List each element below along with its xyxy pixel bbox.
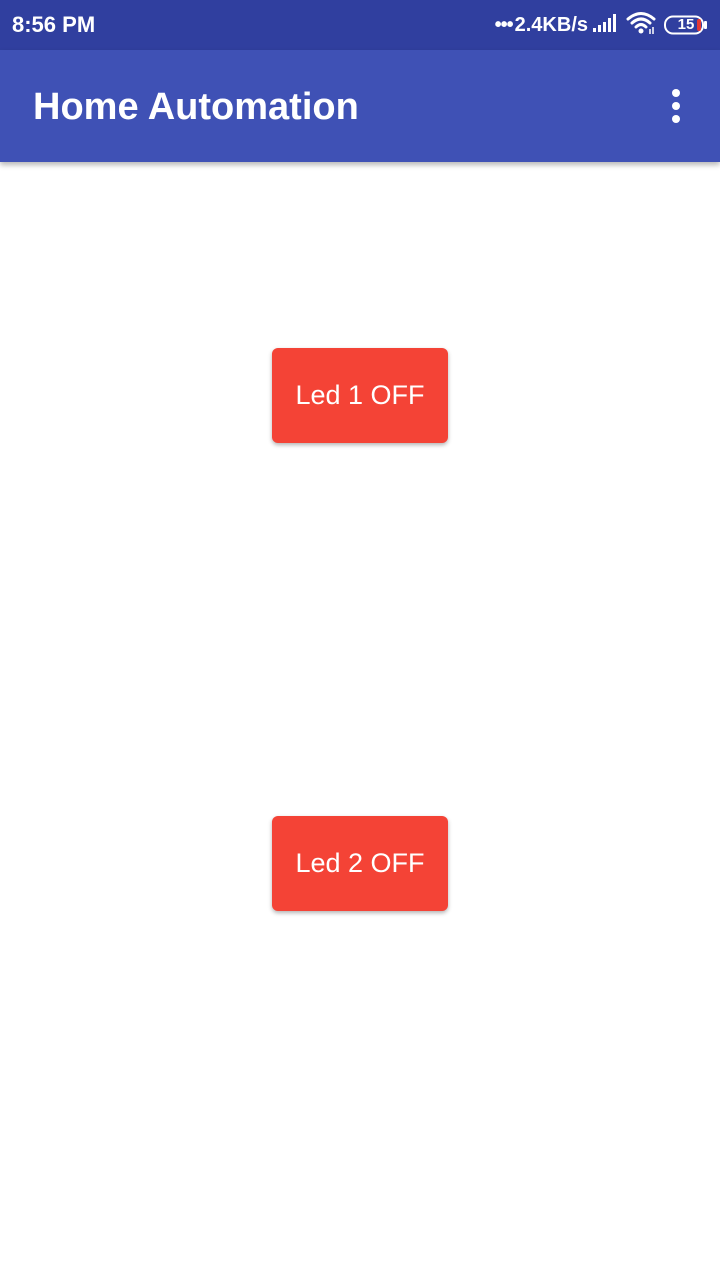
- app-bar: Home Automation: [0, 50, 720, 162]
- app-title: Home Automation: [33, 86, 359, 128]
- status-bar: 8:56 PM ••• 2.4KB/s 15: [0, 0, 720, 50]
- led-2-toggle-button[interactable]: Led 2 OFF: [272, 816, 448, 911]
- overflow-menu-button[interactable]: [652, 80, 700, 132]
- notification-dots: •••: [494, 13, 514, 36]
- led-1-toggle-button[interactable]: Led 1 OFF: [272, 348, 448, 443]
- battery-level: 15: [677, 16, 695, 33]
- battery-icon: 15: [664, 15, 708, 35]
- signal-icon: [592, 13, 618, 38]
- more-vert-icon: [672, 89, 680, 123]
- wifi-icon: [626, 11, 656, 40]
- status-indicators: ••• 2.4KB/s 15: [495, 10, 708, 40]
- status-time: 8:56 PM: [12, 12, 96, 37]
- network-speed: 2.4KB/s: [514, 13, 588, 36]
